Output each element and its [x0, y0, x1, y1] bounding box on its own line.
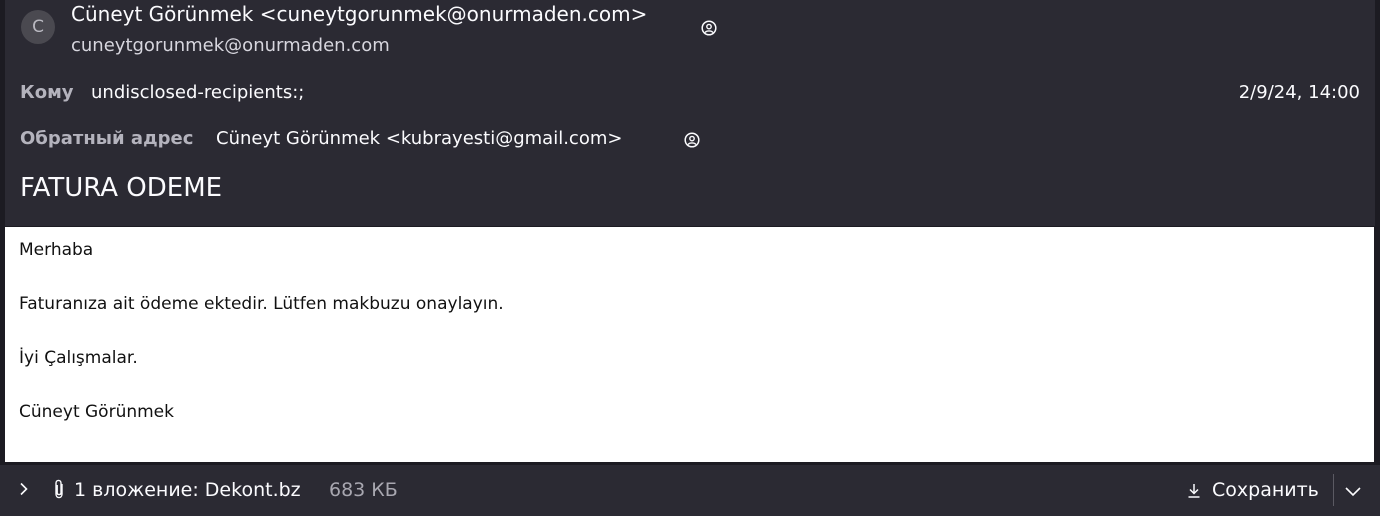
split-button-divider	[1333, 474, 1334, 506]
reply-to-label: Обратный адрес	[20, 128, 194, 149]
save-options-button[interactable]	[1338, 477, 1368, 505]
body-line: İyi Çalışmalar.	[19, 348, 138, 368]
to-label: Кому	[20, 82, 74, 103]
save-label: Сохранить	[1212, 479, 1319, 501]
download-icon	[1186, 482, 1202, 500]
message-date: 2/9/24, 14:00	[1238, 82, 1360, 103]
attachment-summary[interactable]: 1 вложение: Dekont.bz	[74, 479, 301, 501]
contact-icon[interactable]	[684, 132, 700, 148]
save-button[interactable]: Сохранить	[1182, 473, 1334, 509]
chevron-right-icon[interactable]	[16, 481, 32, 497]
body-line: Merhaba	[19, 240, 94, 260]
body-line: Faturanıza ait ödeme ektedir. Lütfen mak…	[19, 294, 504, 314]
chevron-down-icon	[1345, 487, 1361, 497]
message-view: C Cüneyt Görünmek <cuneytgorunmek@onurma…	[0, 0, 1380, 516]
attachment-size: 683 КБ	[329, 479, 398, 501]
reply-to-value[interactable]: Cüneyt Görünmek <kubrayesti@gmail.com>	[216, 128, 622, 149]
sender-avatar[interactable]: C	[21, 10, 55, 44]
sender-email: cuneytgorunmek@onurmaden.com	[71, 35, 390, 56]
sender-name-email[interactable]: Cüneyt Görünmek <cuneytgorunmek@onurmade…	[71, 2, 647, 26]
contact-icon[interactable]	[701, 20, 717, 36]
body-line: Cüneyt Görünmek	[19, 402, 174, 422]
message-subject: FATURA ODEME	[20, 173, 223, 203]
to-value[interactable]: undisclosed-recipients:;	[91, 82, 304, 103]
message-body: Merhaba Faturanıza ait ödeme ektedir. Lü…	[5, 227, 1374, 462]
attachment-bar: 1 вложение: Dekont.bz 683 КБ Сохранить	[0, 464, 1380, 516]
paperclip-icon	[52, 478, 66, 500]
message-header: C Cüneyt Görünmek <cuneytgorunmek@onurma…	[5, 0, 1375, 226]
